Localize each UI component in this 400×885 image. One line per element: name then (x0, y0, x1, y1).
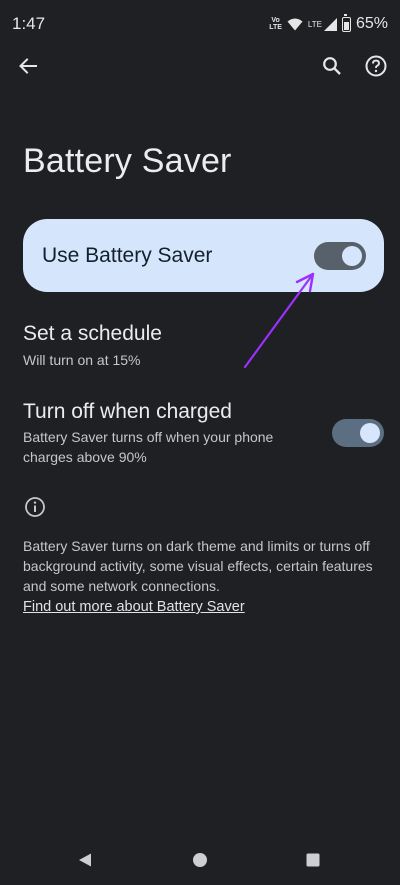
set-schedule-title: Set a schedule (23, 322, 162, 345)
info-description: Battery Saver turns on dark theme and li… (23, 538, 373, 594)
battery-icon (341, 13, 351, 32)
home-circle-icon (193, 853, 207, 867)
set-schedule-row[interactable]: Set a schedule Will turn on at 15% (23, 322, 363, 374)
app-bar (0, 48, 400, 88)
switch-thumb (342, 245, 362, 266)
search-icon (323, 57, 341, 75)
back-triangle-icon (79, 853, 91, 867)
switch-thumb (360, 423, 380, 443)
signal-icon (323, 17, 337, 31)
status-icons: Vo LTE LTE 65% (269, 13, 388, 33)
volte-icon: Vo LTE (269, 17, 282, 31)
use-battery-saver-toggle-row[interactable]: Use Battery Saver (23, 219, 384, 292)
help-icon (365, 55, 387, 77)
use-battery-saver-label: Use Battery Saver (42, 243, 213, 267)
back-button[interactable] (10, 48, 46, 84)
use-battery-saver-switch[interactable] (314, 241, 366, 270)
status-time: 1:47 (12, 14, 46, 33)
wifi-icon (287, 18, 303, 30)
lte-label: LTE (307, 19, 322, 29)
turn-off-when-charged-text: Turn off when charged Battery Saver turn… (23, 400, 323, 467)
navigation-bar (0, 835, 400, 885)
status-bar: 1:47 Vo LTE LTE 65% (0, 0, 400, 48)
search-button[interactable] (314, 48, 350, 84)
nav-back-button[interactable] (68, 843, 102, 877)
battery-saver-screen: 1:47 Vo LTE LTE 65% Battery Saver Use Ba… (0, 0, 400, 885)
info-icon (25, 497, 45, 517)
find-out-more-link[interactable]: Find out more about Battery Saver (23, 599, 245, 615)
volte-bottom: LTE (269, 24, 282, 31)
turn-off-when-charged-switch[interactable] (332, 419, 384, 447)
page-title: Battery Saver (23, 142, 232, 180)
back-arrow-icon (19, 58, 37, 74)
help-button[interactable] (358, 48, 394, 84)
battery-percent: 65% (355, 15, 388, 32)
recents-square-icon (306, 853, 320, 867)
turn-off-when-charged-row[interactable]: Turn off when charged Battery Saver turn… (23, 400, 384, 470)
volte-top: Vo (271, 17, 280, 24)
turn-off-when-charged-subtitle: Battery Saver turns off when your phone … (23, 429, 274, 465)
turn-off-when-charged-title: Turn off when charged (23, 400, 232, 423)
set-schedule-subtitle: Will turn on at 15% (23, 352, 141, 368)
nav-home-button[interactable] (183, 843, 217, 877)
nav-recents-button[interactable] (296, 843, 330, 877)
